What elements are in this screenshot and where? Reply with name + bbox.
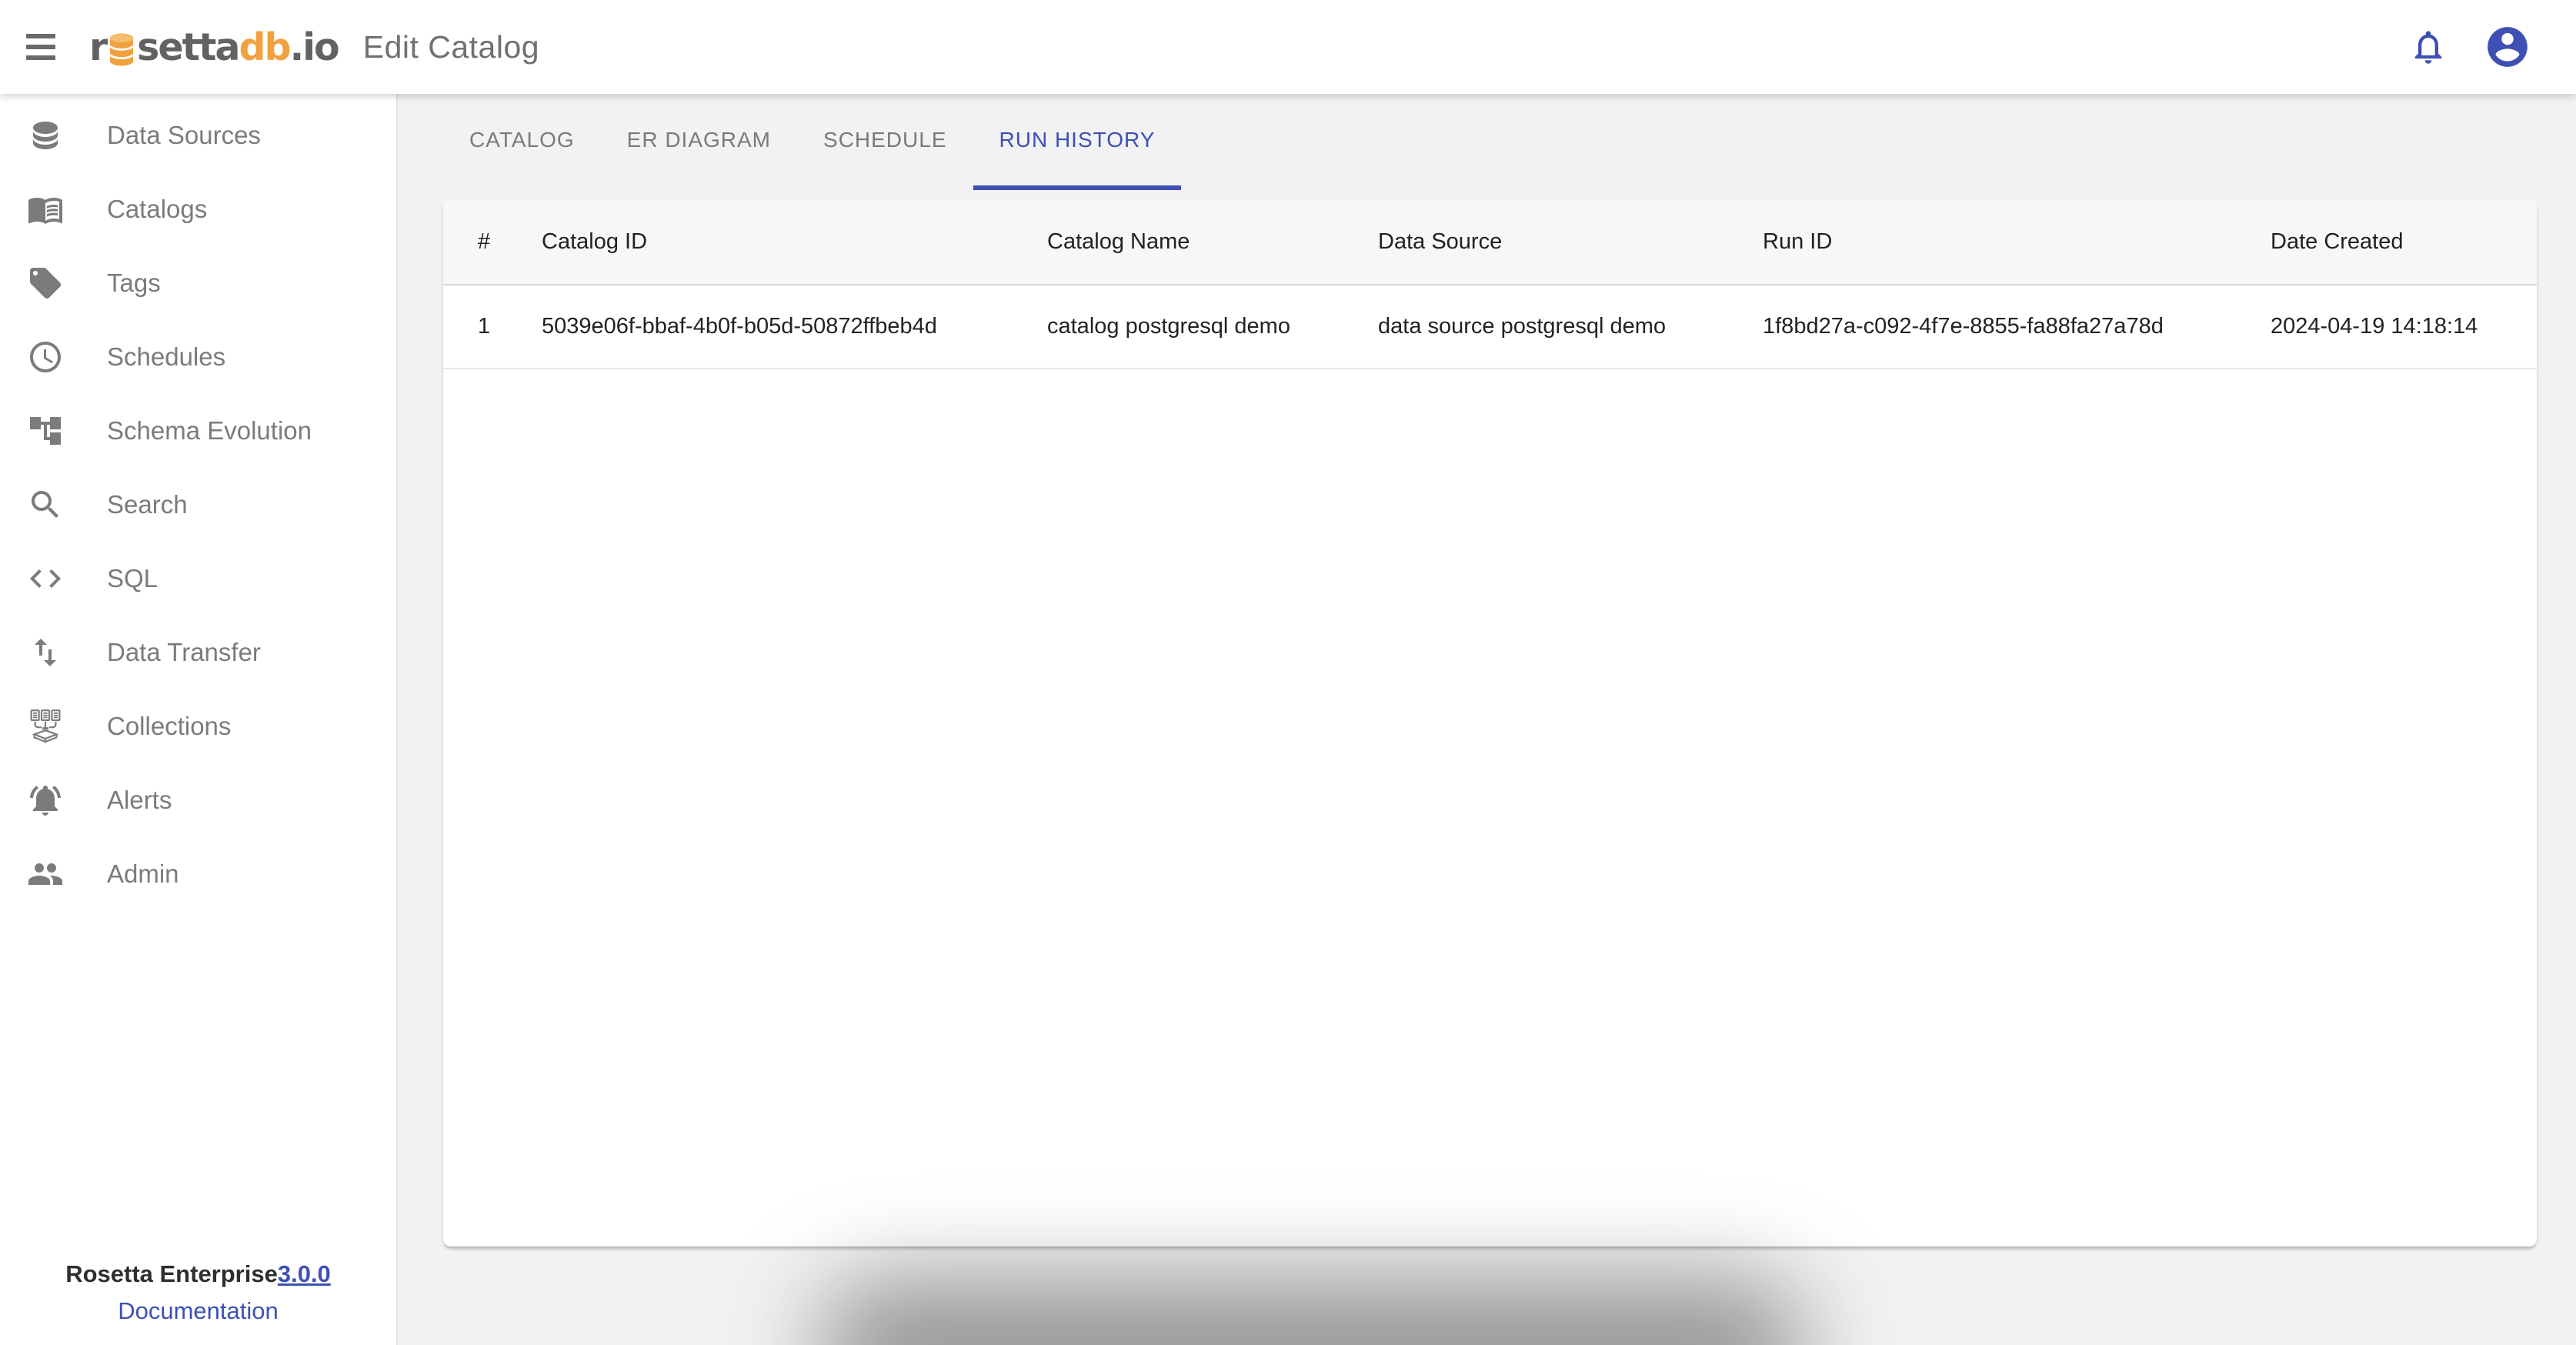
app-logo[interactable]: r setta db .io xyxy=(89,25,339,69)
sidebar-item-alerts[interactable]: Alerts xyxy=(0,763,396,837)
run-history-card: # Catalog ID Catalog Name Data Source Ru… xyxy=(443,199,2537,1247)
menu-icon[interactable] xyxy=(26,25,57,68)
admin-people-icon xyxy=(27,856,64,893)
logo-text-prefix: r xyxy=(89,25,106,69)
search-icon xyxy=(27,486,64,523)
sidebar-item-label: Alerts xyxy=(107,786,172,815)
product-name: Rosetta Enterprise xyxy=(65,1260,278,1287)
code-icon xyxy=(27,560,64,597)
cell-date-created: 2024-04-19 14:18:14 xyxy=(2271,285,2537,369)
user-avatar[interactable] xyxy=(2484,23,2531,71)
sidebar-nav: Data Sources Catalogs Tags Schedules xyxy=(0,94,396,911)
sidebar: Data Sources Catalogs Tags Schedules xyxy=(0,94,398,1345)
sidebar-item-data-transfer[interactable]: Data Transfer xyxy=(0,616,396,689)
collections-icon xyxy=(27,708,64,745)
sidebar-item-label: SQL xyxy=(107,564,158,593)
sidebar-item-label: Data Sources xyxy=(107,121,261,150)
main-content: CATALOG ER DIAGRAM SCHEDULE RUN HISTORY … xyxy=(399,94,2576,1345)
col-header-index: # xyxy=(443,199,542,285)
sidebar-footer: Rosetta Enterprise3.0.0 Documentation xyxy=(0,1260,396,1345)
sidebar-item-schema-evolution[interactable]: Schema Evolution xyxy=(0,394,396,468)
sidebar-item-label: Tags xyxy=(107,269,161,298)
cell-run-id: 1f8bd27a-c092-4f7e-8855-fa88fa27a78d xyxy=(1763,285,2271,369)
col-header-catalog-id: Catalog ID xyxy=(542,199,1047,285)
cell-catalog-name: catalog postgresql demo xyxy=(1047,285,1378,369)
col-header-run-id: Run ID xyxy=(1763,199,2271,285)
database-coin-icon xyxy=(108,32,135,68)
tab-run-history[interactable]: RUN HISTORY xyxy=(973,94,1182,190)
sidebar-item-label: Search xyxy=(107,490,188,519)
cell-index: 1 xyxy=(443,285,542,369)
clock-icon xyxy=(27,339,64,375)
cell-catalog-id: 5039e06f-bbaf-4b0f-b05d-50872ffbeb4d xyxy=(542,285,1047,369)
topbar: r setta db .io Edit Catalog xyxy=(0,0,2576,94)
sidebar-item-collections[interactable]: Collections xyxy=(0,689,396,763)
col-header-data-source: Data Source xyxy=(1378,199,1763,285)
sidebar-item-label: Schema Evolution xyxy=(107,416,312,446)
version-link[interactable]: 3.0.0 xyxy=(278,1260,331,1287)
col-header-catalog-name: Catalog Name xyxy=(1047,199,1378,285)
schema-tree-icon xyxy=(27,412,64,449)
sidebar-item-label: Catalogs xyxy=(107,195,207,224)
sidebar-item-tags[interactable]: Tags xyxy=(0,246,396,320)
documentation-link[interactable]: Documentation xyxy=(0,1297,396,1325)
page-title: Edit Catalog xyxy=(363,29,539,65)
tab-er-diagram[interactable]: ER DIAGRAM xyxy=(601,94,797,190)
sidebar-item-data-sources[interactable]: Data Sources xyxy=(0,98,396,172)
logo-text-accent: db xyxy=(239,25,289,69)
sidebar-item-sql[interactable]: SQL xyxy=(0,542,396,616)
catalogs-book-icon xyxy=(27,191,64,228)
sidebar-item-label: Data Transfer xyxy=(107,638,261,667)
col-header-date-created: Date Created xyxy=(2271,199,2537,285)
run-history-table: # Catalog ID Catalog Name Data Source Ru… xyxy=(443,199,2537,369)
data-transfer-icon xyxy=(27,634,64,671)
tab-catalog[interactable]: CATALOG xyxy=(443,94,601,190)
sidebar-item-admin[interactable]: Admin xyxy=(0,837,396,911)
tag-icon xyxy=(27,265,64,302)
sidebar-item-catalogs[interactable]: Catalogs xyxy=(0,172,396,246)
table-row[interactable]: 1 5039e06f-bbaf-4b0f-b05d-50872ffbeb4d c… xyxy=(443,285,2537,369)
sidebar-item-label: Schedules xyxy=(107,342,225,372)
sidebar-item-search[interactable]: Search xyxy=(0,468,396,542)
sidebar-item-schedules[interactable]: Schedules xyxy=(0,320,396,394)
logo-text-suffix: .io xyxy=(290,25,339,69)
table-header-row: # Catalog ID Catalog Name Data Source Ru… xyxy=(443,199,2537,285)
sidebar-item-label: Admin xyxy=(107,859,179,889)
tab-bar: CATALOG ER DIAGRAM SCHEDULE RUN HISTORY xyxy=(443,94,2576,190)
database-icon xyxy=(27,117,64,154)
cell-data-source: data source postgresql demo xyxy=(1378,285,1763,369)
notifications-bell-icon[interactable] xyxy=(2408,27,2448,67)
topbar-actions xyxy=(2408,23,2531,71)
alerts-bell-icon xyxy=(27,782,64,819)
logo-text-middle: setta xyxy=(137,25,239,69)
tab-schedule[interactable]: SCHEDULE xyxy=(797,94,973,190)
sidebar-item-label: Collections xyxy=(107,712,231,741)
